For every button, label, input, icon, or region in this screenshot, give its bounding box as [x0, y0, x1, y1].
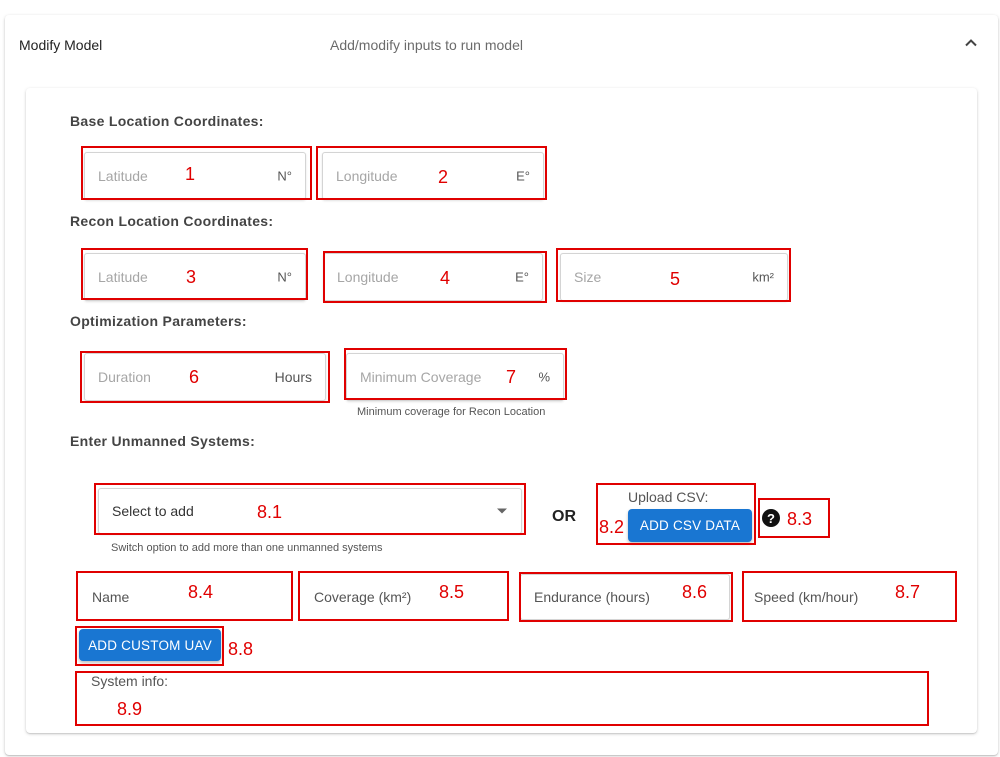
- duration-placeholder: Duration: [98, 369, 151, 385]
- upload-csv-label: Upload CSV:: [628, 489, 709, 505]
- duration-field[interactable]: Duration Hours: [84, 353, 326, 401]
- annotation-marker-6: 6: [189, 367, 200, 387]
- unmanned-system-select-value: Select to add: [112, 503, 194, 519]
- uav-name-placeholder: Name: [92, 589, 130, 605]
- annotation-marker-2: 2: [438, 167, 449, 187]
- recon-latitude-placeholder: Latitude: [98, 269, 148, 285]
- dropdown-caret-icon: [497, 508, 507, 514]
- optimization-heading: Optimization Parameters:: [70, 313, 247, 329]
- minimum-coverage-placeholder: Minimum Coverage: [360, 369, 482, 385]
- unmanned-systems-heading: Enter Unmanned Systems:: [70, 433, 256, 449]
- recon-location-heading: Recon Location Coordinates:: [70, 213, 274, 229]
- annotation-marker-8-9: 8.9: [117, 699, 143, 719]
- base-location-heading: Base Location Coordinates:: [70, 113, 264, 129]
- base-longitude-placeholder: Longitude: [336, 168, 398, 184]
- base-latitude-placeholder: Latitude: [98, 168, 148, 184]
- minimum-coverage-unit: %: [538, 369, 550, 385]
- recon-latitude-unit: N°: [277, 269, 292, 285]
- annotation-marker-7: 7: [506, 367, 517, 387]
- base-longitude-unit: E°: [516, 168, 530, 184]
- annotation-marker-8-7: 8.7: [895, 582, 921, 602]
- uav-coverage-placeholder: Coverage (km²): [314, 589, 412, 605]
- annotation-marker-8-2: 8.2: [599, 517, 625, 537]
- recon-size-placeholder: Size: [574, 269, 602, 285]
- minimum-coverage-helper: Minimum coverage for Recon Location: [357, 406, 546, 418]
- annotation-marker-3: 3: [186, 267, 197, 287]
- annotation-marker-1: 1: [185, 164, 196, 184]
- annotation-marker-8-5: 8.5: [439, 582, 465, 602]
- annotation-marker-8-4: 8.4: [188, 582, 214, 602]
- annotation-marker-8-8: 8.8: [228, 639, 254, 659]
- recon-longitude-field[interactable]: Longitude E°: [323, 253, 543, 301]
- recon-size-unit: km²: [752, 269, 774, 285]
- uav-coverage-field[interactable]: Coverage (km²): [300, 574, 506, 620]
- recon-longitude-placeholder: Longitude: [337, 269, 399, 285]
- add-csv-data-button[interactable]: ADD CSV DATA: [628, 509, 752, 542]
- annotation-marker-4: 4: [440, 268, 451, 288]
- add-custom-uav-button[interactable]: ADD CUSTOM UAV: [79, 629, 221, 661]
- uav-name-field[interactable]: Name: [78, 574, 290, 620]
- accordion-subtitle: Add/modify inputs to run model: [330, 37, 523, 53]
- base-latitude-unit: N°: [277, 168, 292, 184]
- annotation-marker-8-1: 8.1: [257, 502, 283, 522]
- uav-endurance-placeholder: Endurance (hours): [534, 589, 650, 605]
- chevron-up-icon[interactable]: [962, 34, 980, 52]
- accordion-title[interactable]: Modify Model: [19, 37, 102, 53]
- recon-longitude-unit: E°: [515, 269, 529, 285]
- uav-speed-field[interactable]: Speed (km/hour): [744, 574, 954, 620]
- unmanned-system-select[interactable]: Select to add: [98, 488, 522, 534]
- annotation-marker-8-6: 8.6: [682, 582, 708, 602]
- duration-unit: Hours: [274, 369, 312, 385]
- annotation-marker-8-3: 8.3: [787, 509, 813, 529]
- uav-speed-placeholder: Speed (km/hour): [754, 589, 859, 605]
- help-circle-icon[interactable]: ?: [762, 509, 780, 527]
- minimum-coverage-field[interactable]: Minimum Coverage %: [346, 353, 564, 401]
- system-info-label: System info:: [91, 673, 169, 689]
- unmanned-select-helper: Switch option to add more than one unman…: [111, 542, 383, 554]
- base-longitude-field[interactable]: Longitude E°: [322, 152, 544, 200]
- annotation-marker-5: 5: [670, 269, 681, 289]
- or-separator: OR: [552, 508, 576, 525]
